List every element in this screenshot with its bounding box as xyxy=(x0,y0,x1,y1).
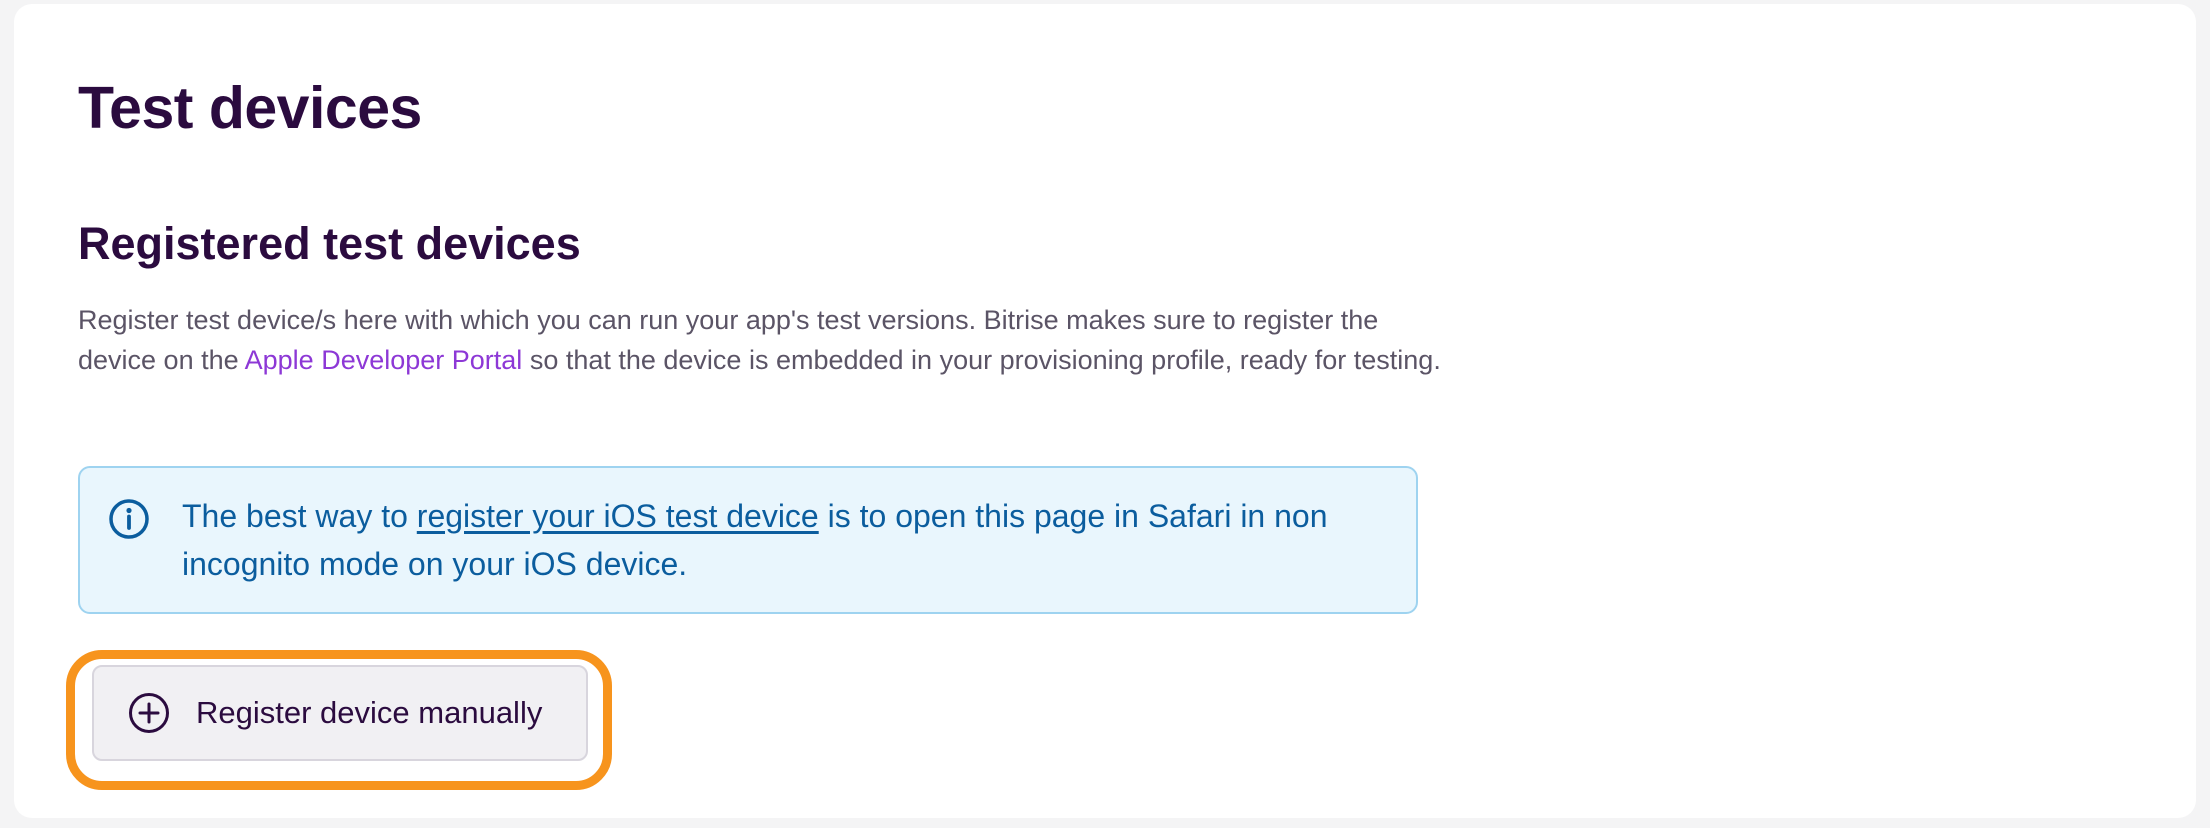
plus-circle-icon xyxy=(129,693,169,733)
description-text-end: so that the device is embedded in your p… xyxy=(522,345,1441,375)
info-icon xyxy=(109,499,149,539)
info-text-start: The best way to xyxy=(182,498,417,534)
info-notice-text: The best way to register your iOS test d… xyxy=(182,492,1382,588)
page-title: Test devices xyxy=(78,75,422,141)
apple-developer-portal-link[interactable]: Apple Developer Portal xyxy=(245,345,523,375)
register-device-manually-button[interactable]: Register device manually xyxy=(92,665,588,761)
content-card: Test devices Registered test devices Reg… xyxy=(14,4,2196,818)
register-button-label: Register device manually xyxy=(196,695,543,730)
section-description: Register test device/s here with which y… xyxy=(78,300,1448,380)
section-title: Registered test devices xyxy=(78,218,581,269)
info-notice: The best way to register your iOS test d… xyxy=(78,466,1418,614)
register-ios-device-link[interactable]: register your iOS test device xyxy=(417,498,819,534)
